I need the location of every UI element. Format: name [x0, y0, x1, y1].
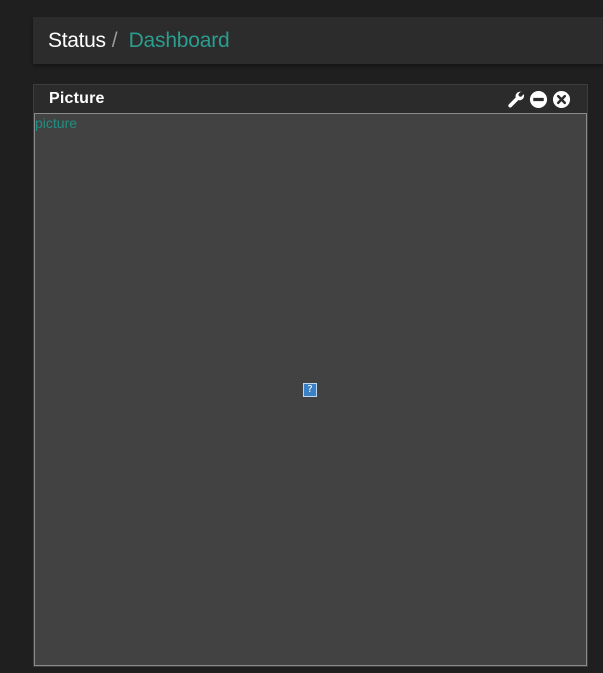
- breadcrumb-dashboard-link[interactable]: Dashboard: [129, 29, 230, 53]
- widget-title: Picture: [49, 90, 105, 107]
- widget-header: Picture: [34, 85, 587, 114]
- image-alt-text: picture: [35, 115, 78, 131]
- minus-circle-icon[interactable]: [529, 90, 548, 109]
- dashboard-page: Status / Dashboard Picture picture ?: [0, 0, 603, 673]
- wrench-icon[interactable]: [506, 90, 525, 109]
- widget-tools: [506, 90, 571, 109]
- breadcrumb-status-link[interactable]: Status: [48, 29, 106, 53]
- breadcrumb: Status / Dashboard: [33, 17, 603, 64]
- picture-frame[interactable]: picture ?: [34, 113, 587, 666]
- broken-image-icon: ?: [303, 383, 317, 397]
- close-circle-icon[interactable]: [552, 90, 571, 109]
- picture-widget: Picture picture ?: [33, 84, 588, 667]
- breadcrumb-separator: /: [111, 28, 118, 52]
